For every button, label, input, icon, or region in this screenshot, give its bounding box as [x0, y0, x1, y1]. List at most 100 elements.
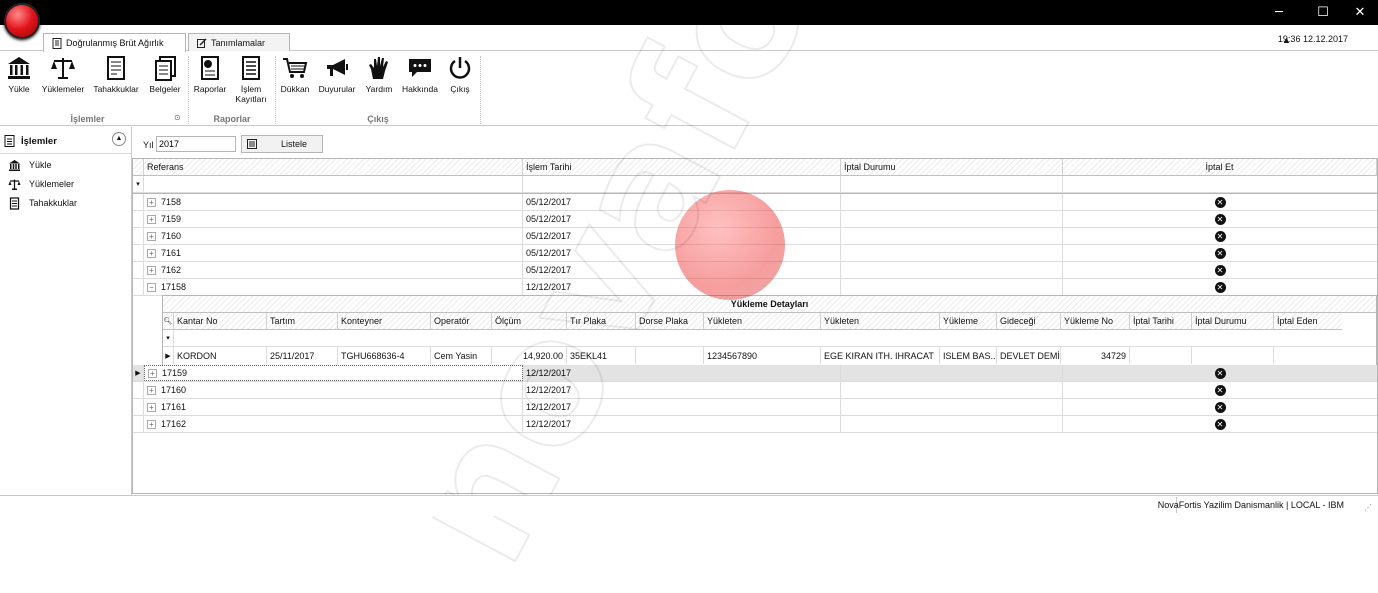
table-row[interactable]: +7161 05/12/2017 ✕: [133, 245, 1377, 262]
cancel-icon[interactable]: ✕: [1214, 418, 1226, 430]
dukkan-button[interactable]: Dükkan: [279, 55, 311, 94]
nav-item-yuklemeler[interactable]: Yüklemeler: [8, 176, 74, 192]
listele-button[interactable]: Listele: [241, 135, 323, 153]
column-header-dorse-plaka[interactable]: Dorse Plaka: [636, 313, 704, 330]
maximize-button[interactable]: ☐: [1307, 0, 1339, 25]
document-icon: [52, 37, 62, 49]
tahakkuklar-button[interactable]: Tahakkuklar: [92, 55, 140, 94]
expand-icon[interactable]: +: [147, 385, 156, 395]
column-header-yukleten-2[interactable]: Yükleten: [821, 313, 940, 330]
column-header-yukleten-1[interactable]: Yükleten: [704, 313, 821, 330]
column-header-iptal-tarihi[interactable]: İptal Tarihi: [1130, 313, 1192, 330]
filter-icon[interactable]: ▾: [133, 176, 144, 192]
filter-cell[interactable]: [1063, 176, 1377, 192]
duyurular-button[interactable]: Duyurular: [316, 55, 358, 94]
cancel-icon[interactable]: ✕: [1214, 401, 1226, 413]
cancel-icon[interactable]: ✕: [1214, 230, 1226, 242]
column-header-tir-plaka[interactable]: Tır Plaka: [567, 313, 636, 330]
expand-icon[interactable]: +: [147, 231, 156, 241]
table-row[interactable]: +7162 05/12/2017 ✕: [133, 262, 1377, 279]
detail-header-row: 🔍︎ Kantar No Tartım Konteyner Operatör Ö…: [163, 313, 1342, 330]
power-icon: [449, 57, 471, 79]
column-header-referans[interactable]: Referans: [144, 159, 523, 176]
edit-icon: [197, 37, 207, 48]
cancel-icon[interactable]: ✕: [1214, 281, 1226, 293]
filter-cell[interactable]: [841, 176, 1063, 192]
table-row[interactable]: +17160 12/12/2017 ✕: [133, 382, 1377, 399]
expand-icon[interactable]: +: [147, 197, 156, 207]
table-row[interactable]: +17162 12/12/2017 ✕: [133, 416, 1377, 433]
column-header-konteyner[interactable]: Konteyner: [338, 313, 431, 330]
olcum-value: 14,920.00: [492, 347, 567, 364]
status-cell: [841, 194, 1063, 210]
expand-icon[interactable]: +: [148, 368, 157, 378]
cancel-icon[interactable]: ✕: [1214, 247, 1226, 259]
detail-filter-row[interactable]: ▾: [163, 330, 1376, 347]
column-header-tartim[interactable]: Tartım: [267, 313, 338, 330]
table-row[interactable]: +17161 12/12/2017 ✕: [133, 399, 1377, 416]
column-header-kantar-no[interactable]: Kantar No: [174, 313, 267, 330]
belgeler-button[interactable]: Belgeler: [148, 55, 182, 94]
cancel-icon[interactable]: ✕: [1214, 196, 1226, 208]
column-header-iptal-durumu[interactable]: İptal Durumu: [1192, 313, 1274, 330]
column-header-yukleme[interactable]: Yükleme: [940, 313, 997, 330]
yukle-button[interactable]: Yükle: [5, 55, 33, 94]
nav-item-tahakkuklar[interactable]: Tahakkuklar: [8, 195, 77, 211]
cancel-icon[interactable]: ✕: [1214, 264, 1226, 276]
referans-value: 17160: [161, 385, 187, 395]
table-row[interactable]: +7158 05/12/2017 ✕: [133, 194, 1377, 211]
resize-grip-icon[interactable]: ⋰: [1364, 503, 1372, 512]
expand-icon[interactable]: +: [147, 419, 156, 429]
cancel-icon[interactable]: ✕: [1214, 384, 1226, 396]
minimize-button[interactable]: ─: [1263, 0, 1295, 25]
column-header-operator[interactable]: Operatör: [431, 313, 492, 330]
cancel-icon[interactable]: ✕: [1214, 367, 1226, 379]
search-icon[interactable]: 🔍︎: [163, 313, 174, 330]
collapse-nav-button[interactable]: ▲: [112, 132, 126, 146]
column-header-yukleme-no[interactable]: Yükleme No: [1061, 313, 1130, 330]
column-header-iptal-et[interactable]: İptal Et: [1063, 159, 1377, 176]
filter-row[interactable]: ▾: [133, 176, 1377, 193]
column-header-olcum[interactable]: Ölçüm: [492, 313, 567, 330]
table-row[interactable]: +7160 05/12/2017 ✕: [133, 228, 1377, 245]
table-row[interactable]: +7159 05/12/2017 ✕: [133, 211, 1377, 228]
row-indicator: [133, 262, 144, 278]
tartim-value: 25/11/2017: [267, 347, 338, 364]
column-header-iptal-eden[interactable]: İptal Eden: [1274, 313, 1342, 330]
expand-icon[interactable]: +: [147, 265, 156, 275]
app-logo[interactable]: [4, 3, 40, 39]
filter-cell[interactable]: [523, 176, 841, 192]
yuklemeler-button[interactable]: Yüklemeler: [40, 55, 86, 94]
filter-icon[interactable]: ▾: [163, 330, 174, 346]
column-header-islem-tarihi[interactable]: İşlem Tarihi: [523, 159, 841, 176]
button-label: Yükle: [8, 84, 30, 94]
cancel-icon[interactable]: ✕: [1214, 213, 1226, 225]
cikis-button[interactable]: Çıkış: [446, 55, 474, 94]
tab-tanimlamalar[interactable]: Tanımlamalar: [188, 33, 290, 51]
tab-dogrulanmis-brut-agirlik[interactable]: Doğrulanmış Brüt Ağırlık: [43, 33, 186, 52]
status-cell: [841, 399, 1063, 415]
collapse-icon[interactable]: −: [147, 282, 156, 292]
table-row-selected[interactable]: ▶ +17159 12/12/2017 ✕: [133, 365, 1377, 382]
expand-icon[interactable]: +: [147, 214, 156, 224]
group-label-raporlar: Raporlar: [213, 114, 251, 124]
islem-kayitlari-button[interactable]: İşlem Kayıtları: [234, 55, 268, 104]
detail-row[interactable]: ▶ KORDON 25/11/2017 TGHU668636-4 Cem Yas…: [163, 347, 1376, 364]
raporlar-button[interactable]: Raporlar: [193, 55, 227, 94]
group-expand-icon[interactable]: ⊙: [174, 113, 181, 122]
filter-cell[interactable]: [144, 176, 523, 192]
expand-icon[interactable]: +: [147, 402, 156, 412]
table-row[interactable]: −17158 12/12/2017 ✕: [133, 279, 1377, 296]
close-button[interactable]: ✕: [1344, 0, 1376, 25]
hakkinda-button[interactable]: Hakkında: [400, 55, 440, 94]
filter-cell[interactable]: [174, 330, 1376, 346]
column-header-iptal-durumu[interactable]: İptal Durumu: [841, 159, 1063, 176]
nav-item-yukle[interactable]: Yükle: [8, 157, 52, 173]
expand-icon[interactable]: +: [147, 248, 156, 258]
status-cell: [841, 262, 1063, 278]
yardim-button[interactable]: Yardım: [364, 55, 394, 94]
nav-item-label: Yüklemeler: [29, 179, 75, 189]
year-input[interactable]: [156, 136, 236, 152]
group-label-cikis: Çıkış: [367, 114, 389, 124]
column-header-gidecegi[interactable]: Gideceği: [997, 313, 1061, 330]
